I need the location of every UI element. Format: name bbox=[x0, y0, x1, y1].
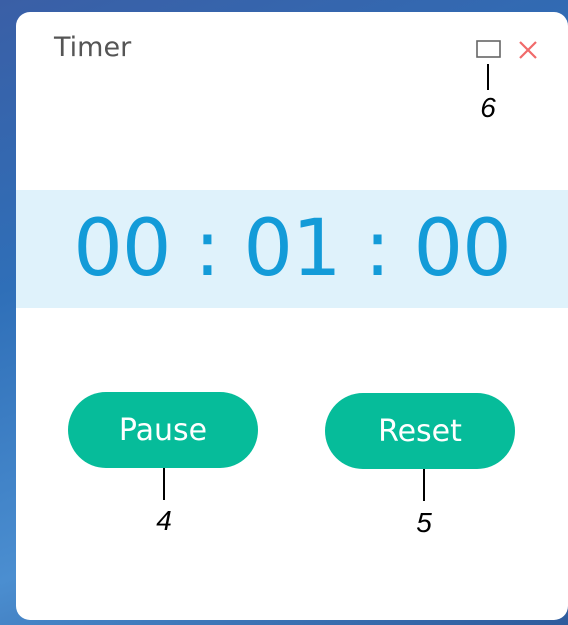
callout-line-pause bbox=[163, 468, 165, 500]
pause-button[interactable]: Pause bbox=[68, 392, 258, 468]
callout-number-pause: 4 bbox=[156, 505, 172, 536]
window-restore-icon[interactable] bbox=[476, 40, 502, 62]
callout-number-reset: 5 bbox=[416, 507, 432, 538]
timer-display-band: 00 : 01 : 00 bbox=[16, 190, 568, 308]
window-title: Timer bbox=[54, 32, 132, 63]
timer-display: 00 : 01 : 00 bbox=[73, 204, 512, 294]
callout-line-reset bbox=[423, 469, 425, 501]
callout-number-restore: 6 bbox=[480, 92, 496, 123]
close-icon[interactable] bbox=[516, 38, 540, 62]
callout-line-restore bbox=[487, 64, 489, 90]
reset-button[interactable]: Reset bbox=[325, 393, 515, 469]
